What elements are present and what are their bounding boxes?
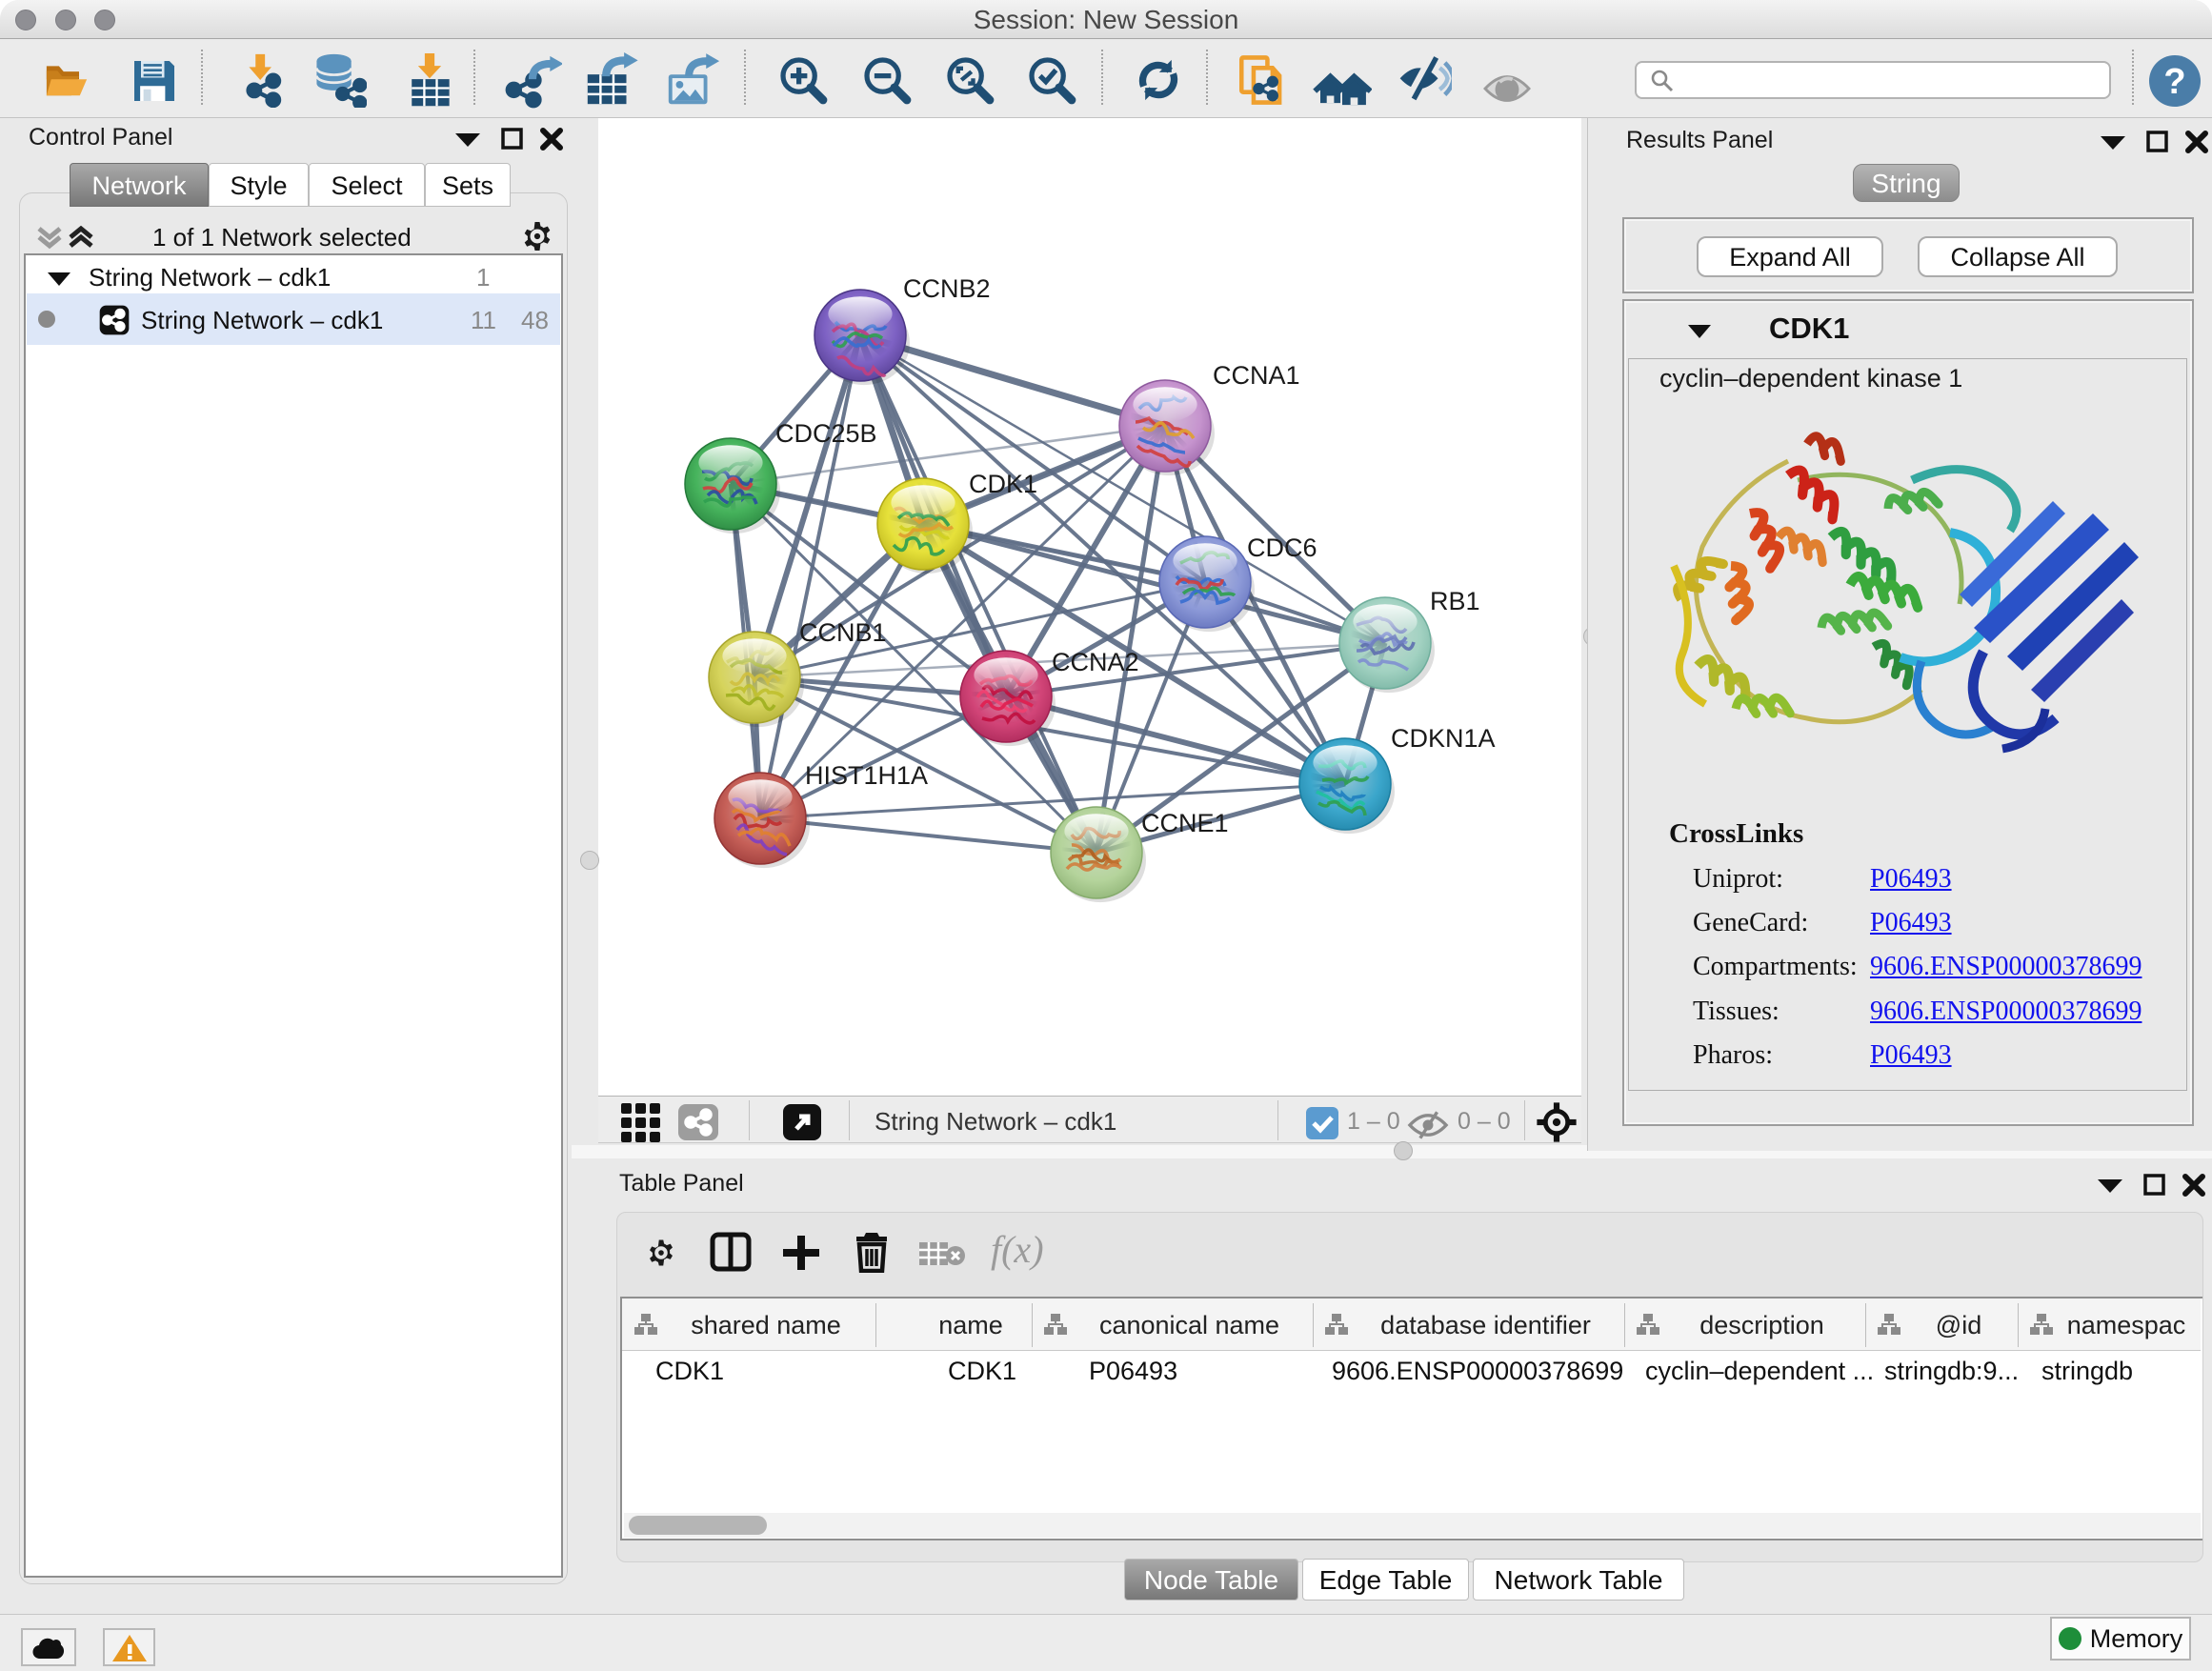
svg-text:CCNA1: CCNA1 bbox=[1213, 361, 1300, 390]
svg-text:CDC6: CDC6 bbox=[1247, 534, 1317, 562]
svg-text:?: ? bbox=[2163, 62, 2185, 102]
svg-text:RB1: RB1 bbox=[1430, 587, 1480, 615]
svg-text:CDK1: CDK1 bbox=[969, 470, 1037, 498]
svg-text:HIST1H1A: HIST1H1A bbox=[805, 761, 928, 790]
svg-text:CCNB1: CCNB1 bbox=[799, 618, 887, 647]
svg-text:CCNE1: CCNE1 bbox=[1141, 809, 1229, 837]
svg-text:CDC25B: CDC25B bbox=[775, 419, 877, 448]
svg-text:CCNB2: CCNB2 bbox=[903, 274, 991, 303]
svg-text:CDKN1A: CDKN1A bbox=[1391, 724, 1496, 753]
svg-text:CCNA2: CCNA2 bbox=[1052, 648, 1139, 676]
